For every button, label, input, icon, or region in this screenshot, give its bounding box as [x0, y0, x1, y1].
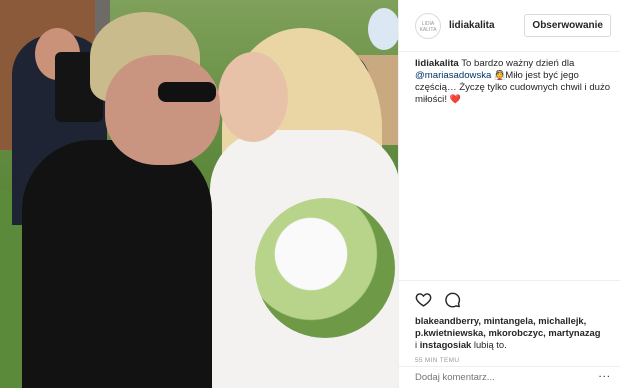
- likes-text: blakeandberry, mintangela, michallejk, p…: [415, 315, 605, 351]
- comment-input[interactable]: [415, 372, 585, 383]
- likes-names[interactable]: blakeandberry, mintangela, michallejk, p…: [415, 315, 601, 338]
- avatar[interactable]: LIDIA KALITA: [415, 12, 441, 39]
- follow-button[interactable]: Obserwowanie: [524, 14, 611, 37]
- woman-coat: [22, 140, 212, 388]
- caption-text-1: To bardzo ważny dzień dla: [458, 58, 575, 69]
- bride-face: [218, 52, 288, 142]
- bride-emoji-icon: 👰: [494, 71, 506, 81]
- balloon: [368, 8, 398, 50]
- sunglasses: [158, 82, 216, 102]
- post-actions: blakeandberry, mintangela, michallejk, p…: [399, 280, 620, 364]
- heart-icon[interactable]: [415, 291, 432, 308]
- comment-bar: ···: [399, 366, 620, 388]
- post-header: LIDIA KALITA lidiakalita Obserwowanie: [399, 0, 620, 52]
- woman-face: [105, 55, 220, 165]
- svg-text:KALITA: KALITA: [420, 27, 438, 33]
- bouquet: [255, 198, 395, 338]
- post-photo[interactable]: [0, 0, 398, 388]
- header-username[interactable]: lidiakalita: [449, 20, 495, 31]
- post-timestamp[interactable]: 55 MIN TEMU: [415, 357, 605, 364]
- post-caption: lidiakalita To bardzo ważny dzień dla @m…: [415, 58, 611, 106]
- likes-suffix: lubią to.: [471, 339, 507, 350]
- caption-username[interactable]: lidiakalita: [415, 58, 459, 69]
- caption-mention[interactable]: @mariasadowska: [415, 70, 491, 81]
- red-heart-emoji-icon: ❤️: [449, 95, 461, 105]
- comment-icon[interactable]: [444, 291, 461, 308]
- more-options-icon[interactable]: ···: [598, 372, 611, 383]
- likes-last-name[interactable]: instagosiak: [420, 339, 472, 350]
- post-sidebar: LIDIA KALITA lidiakalita Obserwowanie li…: [398, 0, 620, 388]
- avatar-logo-icon: LIDIA KALITA: [420, 21, 438, 33]
